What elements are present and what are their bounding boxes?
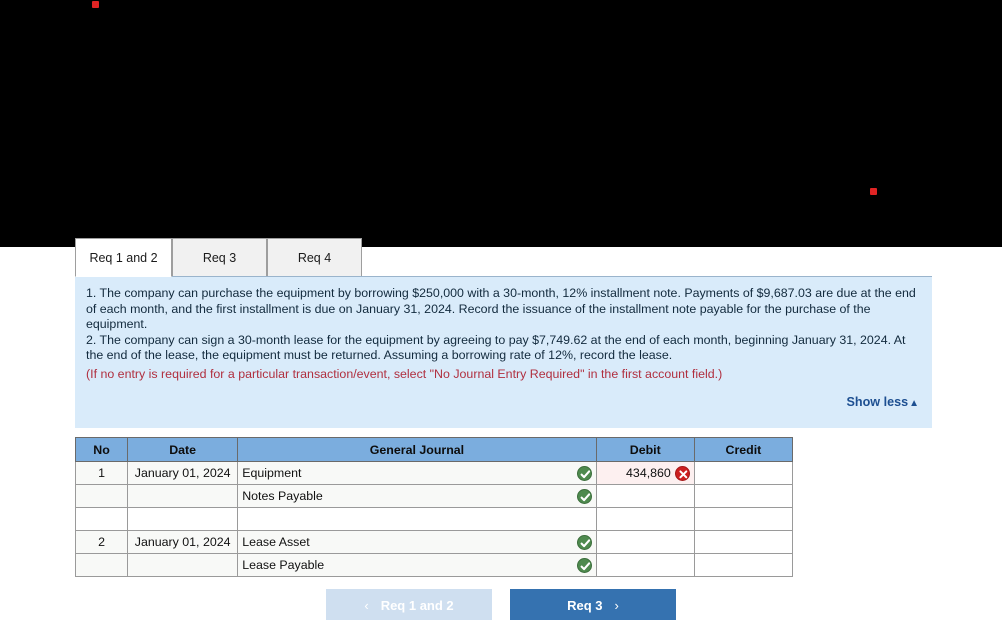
- column-header-journal: General Journal: [237, 437, 597, 462]
- check-icon: [576, 557, 592, 573]
- instruction-item-1: 1. The company can purchase the equipmen…: [86, 286, 916, 332]
- cell-debit[interactable]: [595, 530, 695, 554]
- tab-req-4[interactable]: Req 4: [267, 238, 362, 276]
- cell-no: [74, 484, 129, 508]
- cell-account[interactable]: Notes Payable: [237, 484, 597, 508]
- show-less-row: Show less▲: [86, 393, 921, 411]
- cell-no: 2: [74, 530, 129, 554]
- table-row: 2 January 01, 2024 Lease Asset: [74, 530, 794, 554]
- cell-account[interactable]: Equipment: [237, 461, 597, 485]
- cell-date[interactable]: January 01, 2024: [127, 530, 239, 554]
- cell-no: [74, 507, 129, 531]
- cursor-marker-dot: [870, 188, 877, 195]
- column-header-debit: Debit: [595, 437, 695, 462]
- tab-req-1-and-2[interactable]: Req 1 and 2: [75, 238, 172, 277]
- footer-navigation: ‹ Req 1 and 2 Req 3 ›: [0, 589, 1002, 620]
- cell-date[interactable]: [127, 484, 239, 508]
- column-header-credit: Credit: [693, 437, 794, 462]
- account-label: Lease Asset: [242, 535, 310, 549]
- instruction-note: (If no entry is required for a particula…: [86, 366, 723, 381]
- table-row: Lease Payable: [74, 553, 794, 577]
- requirement-tabs: Req 1 and 2 Req 3 Req 4: [75, 238, 932, 277]
- chevron-right-icon: ›: [614, 597, 619, 613]
- column-header-date: Date: [127, 437, 239, 462]
- caret-up-icon: ▲: [909, 397, 919, 409]
- cell-account[interactable]: Lease Payable: [237, 553, 597, 577]
- cell-no: [74, 553, 129, 577]
- tab-label: Req 4: [297, 250, 332, 265]
- instruction-item-2: 2. The company can sign a 30-month lease…: [86, 332, 906, 363]
- account-label: Lease Payable: [242, 558, 325, 572]
- table-header-row: No Date General Journal Debit Credit: [74, 437, 794, 462]
- cell-debit[interactable]: 434,860: [595, 461, 695, 485]
- cell-date[interactable]: [127, 507, 239, 531]
- cell-account[interactable]: Lease Asset: [237, 530, 597, 554]
- debit-value: 434,860: [626, 466, 671, 480]
- table-head: No Date General Journal Debit Credit: [74, 437, 794, 462]
- cell-credit[interactable]: [693, 461, 794, 485]
- cursor-marker-dot: [92, 1, 99, 8]
- cell-debit[interactable]: [595, 484, 695, 508]
- account-label: Notes Payable: [242, 489, 323, 503]
- tab-label: Req 1 and 2: [89, 250, 158, 265]
- tab-req-3[interactable]: Req 3: [172, 238, 267, 276]
- next-requirement-button[interactable]: Req 3 ›: [510, 589, 676, 620]
- cell-date[interactable]: January 01, 2024: [127, 461, 239, 485]
- cell-credit[interactable]: [693, 530, 794, 554]
- cell-credit[interactable]: [693, 553, 794, 577]
- column-header-no: No: [74, 437, 129, 462]
- check-icon: [576, 534, 592, 550]
- cell-credit[interactable]: [693, 507, 794, 531]
- cell-date[interactable]: [127, 553, 239, 577]
- cell-no: 1: [74, 461, 129, 485]
- show-less-link[interactable]: Show less▲: [847, 395, 920, 409]
- cell-credit[interactable]: [693, 484, 794, 508]
- check-icon: [576, 465, 592, 481]
- general-journal-table: No Date General Journal Debit Credit 1 Ja…: [74, 437, 794, 577]
- chevron-left-icon: ‹: [364, 597, 369, 613]
- show-less-label: Show less: [846, 394, 909, 409]
- account-label: Equipment: [242, 466, 302, 480]
- cell-debit[interactable]: [595, 553, 695, 577]
- occluded-top-region: [0, 0, 1002, 247]
- app-screen: Req 1 and 2 Req 3 Req 4 1. The company c…: [0, 0, 1002, 620]
- table-body: 1 January 01, 2024 Equipment 434,860 Notes P…: [74, 461, 794, 577]
- check-icon: [576, 488, 592, 504]
- table-row: Notes Payable: [74, 484, 794, 508]
- cell-debit[interactable]: [595, 507, 695, 531]
- error-icon: [674, 465, 690, 481]
- cell-account[interactable]: [237, 507, 597, 531]
- prev-button-label: Req 1 and 2: [380, 597, 454, 613]
- instructions-panel: 1. The company can purchase the equipmen…: [75, 276, 932, 428]
- prev-requirement-button[interactable]: ‹ Req 1 and 2: [326, 589, 492, 620]
- tab-label: Req 3: [202, 250, 237, 265]
- table-row: [74, 507, 794, 531]
- next-button-label: Req 3: [567, 597, 603, 613]
- table-row: 1 January 01, 2024 Equipment 434,860: [74, 461, 794, 485]
